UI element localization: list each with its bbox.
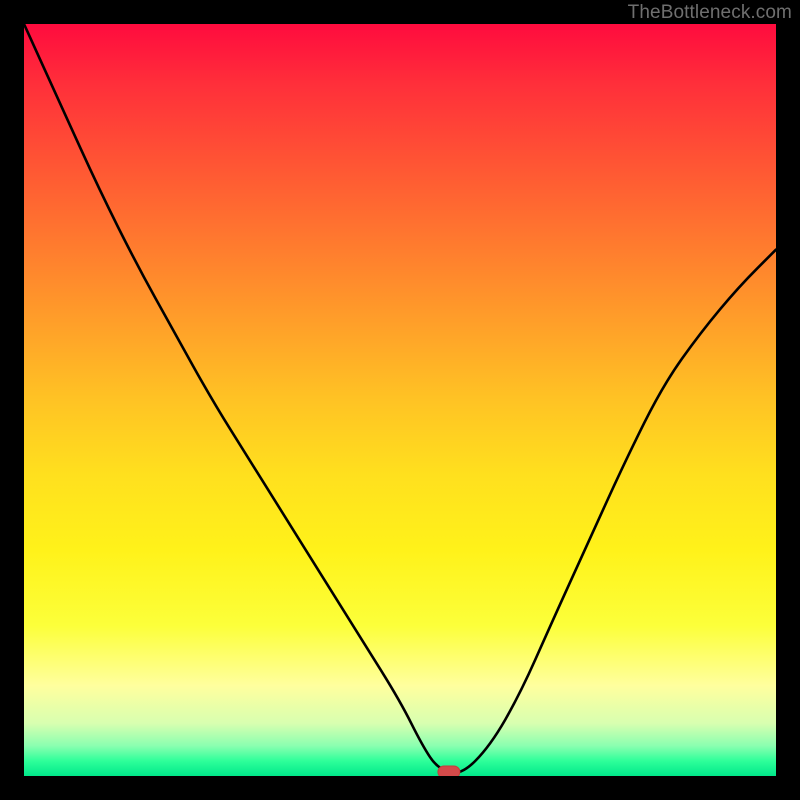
curve-layer [24,24,776,776]
plot-area [24,24,776,776]
bottleneck-marker [438,766,460,776]
chart-frame: TheBottleneck.com [0,0,800,800]
watermark-text: TheBottleneck.com [628,2,792,24]
bottleneck-curve [24,24,776,773]
